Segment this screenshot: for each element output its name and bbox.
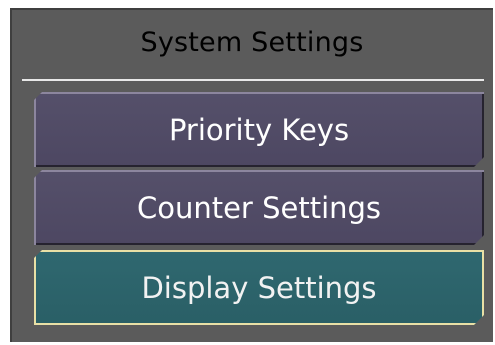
page-title: System Settings bbox=[140, 27, 364, 58]
display-settings-label: Display Settings bbox=[141, 270, 377, 305]
priority-keys-label: Priority Keys bbox=[168, 112, 350, 147]
display-settings-button[interactable]: Display Settings bbox=[34, 250, 484, 325]
counter-settings-button[interactable]: Counter Settings bbox=[34, 170, 484, 245]
title-divider bbox=[22, 79, 484, 81]
counter-settings-label: Counter Settings bbox=[136, 190, 382, 225]
priority-keys-button[interactable]: Priority Keys bbox=[34, 92, 484, 167]
